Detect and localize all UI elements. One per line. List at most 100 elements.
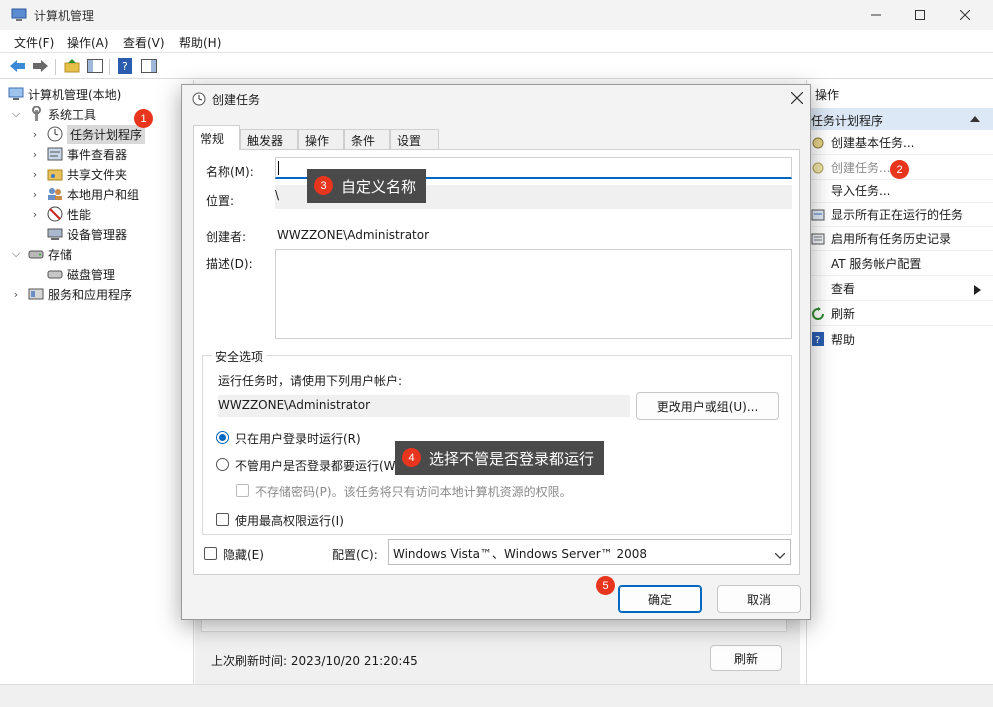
tree-item-system-tools[interactable]: ⌵ 系统工具: [10, 104, 96, 124]
configure-select[interactable]: Windows Vista™、Windows Server™ 2008: [388, 539, 791, 565]
step-badge-3: 3: [314, 176, 333, 195]
event-viewer-icon: [47, 146, 63, 162]
dialog-close-icon[interactable]: [788, 89, 806, 107]
tree-item-services-apps[interactable]: › 服务和应用程序: [10, 284, 132, 304]
app-icon: [11, 7, 27, 26]
hidden-checkbox[interactable]: [204, 547, 217, 560]
author-label: 创建者:: [206, 230, 247, 244]
forward-arrow-icon[interactable]: [30, 56, 50, 76]
tree-item-storage[interactable]: ⌵ 存储: [10, 244, 72, 264]
maximize-button[interactable]: [897, 0, 943, 30]
user-account-field: WWZZONE\Administrator: [218, 395, 630, 417]
menu-view[interactable]: 查看(V): [123, 34, 165, 51]
tree-item-local-users[interactable]: › 本地用户和组: [29, 184, 139, 204]
configure-label: 配置(C):: [332, 548, 378, 562]
back-arrow-icon[interactable]: [8, 56, 28, 76]
run-as-label: 运行任务时，请使用下列用户帐户:: [218, 374, 403, 388]
tab-triggers[interactable]: 触发器: [240, 129, 298, 149]
chevron-right-icon[interactable]: ›: [29, 208, 41, 221]
tree-item-performance[interactable]: › 性能: [29, 204, 91, 224]
radio-run-when-logged-on-label[interactable]: 只在用户登录时运行(R): [235, 430, 361, 447]
show-hide-action-pane-icon[interactable]: [139, 56, 159, 76]
menu-action[interactable]: 操作(A): [67, 34, 109, 51]
chevron-down-icon[interactable]: ⌵: [10, 247, 22, 261]
status-bar: [0, 684, 993, 707]
action-show-running-tasks[interactable]: 显示所有正在运行的任务: [807, 203, 993, 227]
menu-help[interactable]: 帮助(H): [179, 34, 221, 51]
action-create-basic-task[interactable]: 创建基本任务...: [807, 131, 993, 155]
chevron-right-icon[interactable]: ›: [29, 148, 41, 161]
action-label: AT 服务帐户配置: [831, 257, 922, 271]
chevron-right-icon[interactable]: ›: [10, 288, 22, 301]
tab-settings[interactable]: 设置: [390, 129, 439, 149]
chevron-right-icon[interactable]: ›: [29, 188, 41, 201]
action-label: 查看: [831, 282, 856, 296]
action-enable-history[interactable]: 启用所有任务历史记录: [807, 227, 993, 251]
do-not-store-password-checkbox[interactable]: [236, 484, 249, 497]
tree-item-disk-management[interactable]: 磁盘管理: [47, 264, 115, 284]
highest-privileges-label[interactable]: 使用最高权限运行(I): [235, 512, 344, 529]
chevron-right-icon[interactable]: ›: [29, 168, 41, 181]
chevron-right-icon[interactable]: ›: [29, 128, 41, 141]
radio-run-when-logged-on[interactable]: [216, 431, 229, 444]
actions-section-task-scheduler[interactable]: 任务计划程序: [807, 108, 993, 130]
tab-general[interactable]: 常规: [193, 125, 240, 150]
refresh-button[interactable]: 刷新: [710, 645, 782, 671]
tree-item-shared-folders[interactable]: › 共享文件夹: [29, 164, 127, 184]
computer-icon: [8, 86, 24, 102]
location-value: \: [275, 188, 280, 202]
general-tab-panel: 名称(M): 位置: \ 创建者: WWZZONE\Administrator …: [193, 149, 800, 575]
storage-icon: [28, 246, 44, 262]
action-help[interactable]: ? 帮助: [807, 327, 993, 351]
action-label: 创建基本任务...: [831, 136, 915, 150]
radio-run-whether-logged-on[interactable]: [216, 458, 229, 471]
tab-actions[interactable]: 操作: [298, 129, 344, 149]
tree-item-task-scheduler[interactable]: › 任务计划程序: [29, 124, 146, 144]
cancel-button[interactable]: 取消: [717, 585, 801, 613]
tree-item-label: 计算机管理(本地): [28, 87, 122, 102]
tree-item-event-viewer[interactable]: › 事件查看器: [29, 144, 127, 164]
show-hide-tree-icon[interactable]: [85, 56, 105, 76]
users-icon: [47, 186, 63, 202]
change-user-button[interactable]: 更改用户或组(U)...: [636, 392, 779, 420]
action-label: 创建任务...: [831, 161, 891, 175]
tree-item-device-manager[interactable]: 设备管理器: [47, 224, 127, 244]
tools-icon: [28, 106, 44, 122]
create-task-dialog: 创建任务 常规 触发器 操作 条件 设置 名称(M): 位置: \ 创建者: W…: [181, 84, 811, 620]
tab-conditions[interactable]: 条件: [344, 129, 390, 149]
ok-button[interactable]: 确定: [618, 585, 702, 613]
minimize-button[interactable]: [853, 0, 899, 30]
task-status-list: [201, 618, 787, 632]
action-import-task[interactable]: 导入任务...: [807, 179, 993, 203]
do-not-store-password-label: 不存储密码(P)。该任务将只有访问本地计算机资源的权限。: [255, 485, 572, 499]
tree-item-computer-management[interactable]: 计算机管理(本地): [8, 84, 121, 104]
menu-file[interactable]: 文件(F): [14, 34, 54, 51]
hidden-label[interactable]: 隐藏(E): [223, 546, 264, 563]
step-badge-1: 1: [134, 109, 153, 128]
action-refresh[interactable]: 刷新: [807, 302, 993, 326]
location-label: 位置:: [206, 194, 235, 208]
configure-select-value: Windows Vista™、Windows Server™ 2008: [393, 547, 648, 561]
services-icon: [28, 286, 44, 302]
highest-privileges-checkbox[interactable]: [216, 513, 229, 526]
toolbar-separator: [109, 59, 110, 75]
collapse-up-icon[interactable]: [970, 112, 980, 126]
menu-bar: 文件(F) 操作(A) 查看(V) 帮助(H): [0, 30, 993, 53]
title-bar: 计算机管理: [0, 0, 993, 30]
radio-run-whether-logged-on-label[interactable]: 不管用户是否登录都要运行(W): [235, 457, 400, 474]
description-textarea[interactable]: [275, 249, 792, 339]
action-label: 刷新: [831, 307, 856, 321]
tree-item-label: 性能: [67, 207, 92, 222]
action-at-service-config[interactable]: AT 服务帐户配置: [807, 252, 993, 276]
text-cursor: [278, 161, 279, 175]
chevron-down-icon[interactable]: ⌵: [10, 107, 22, 121]
action-view[interactable]: 查看: [807, 277, 993, 301]
up-folder-icon[interactable]: [62, 56, 82, 76]
center-pane-footer: 上次刷新时间: 2023/10/20 21:20:45 刷新: [195, 618, 800, 684]
last-refresh-time: 上次刷新时间: 2023/10/20 21:20:45: [211, 654, 418, 668]
close-button[interactable]: [942, 0, 988, 30]
tree-item-label: 事件查看器: [67, 147, 128, 162]
chevron-down-icon: [774, 549, 786, 563]
help-book-icon[interactable]: ?: [115, 56, 135, 76]
svg-text:?: ?: [815, 335, 820, 346]
